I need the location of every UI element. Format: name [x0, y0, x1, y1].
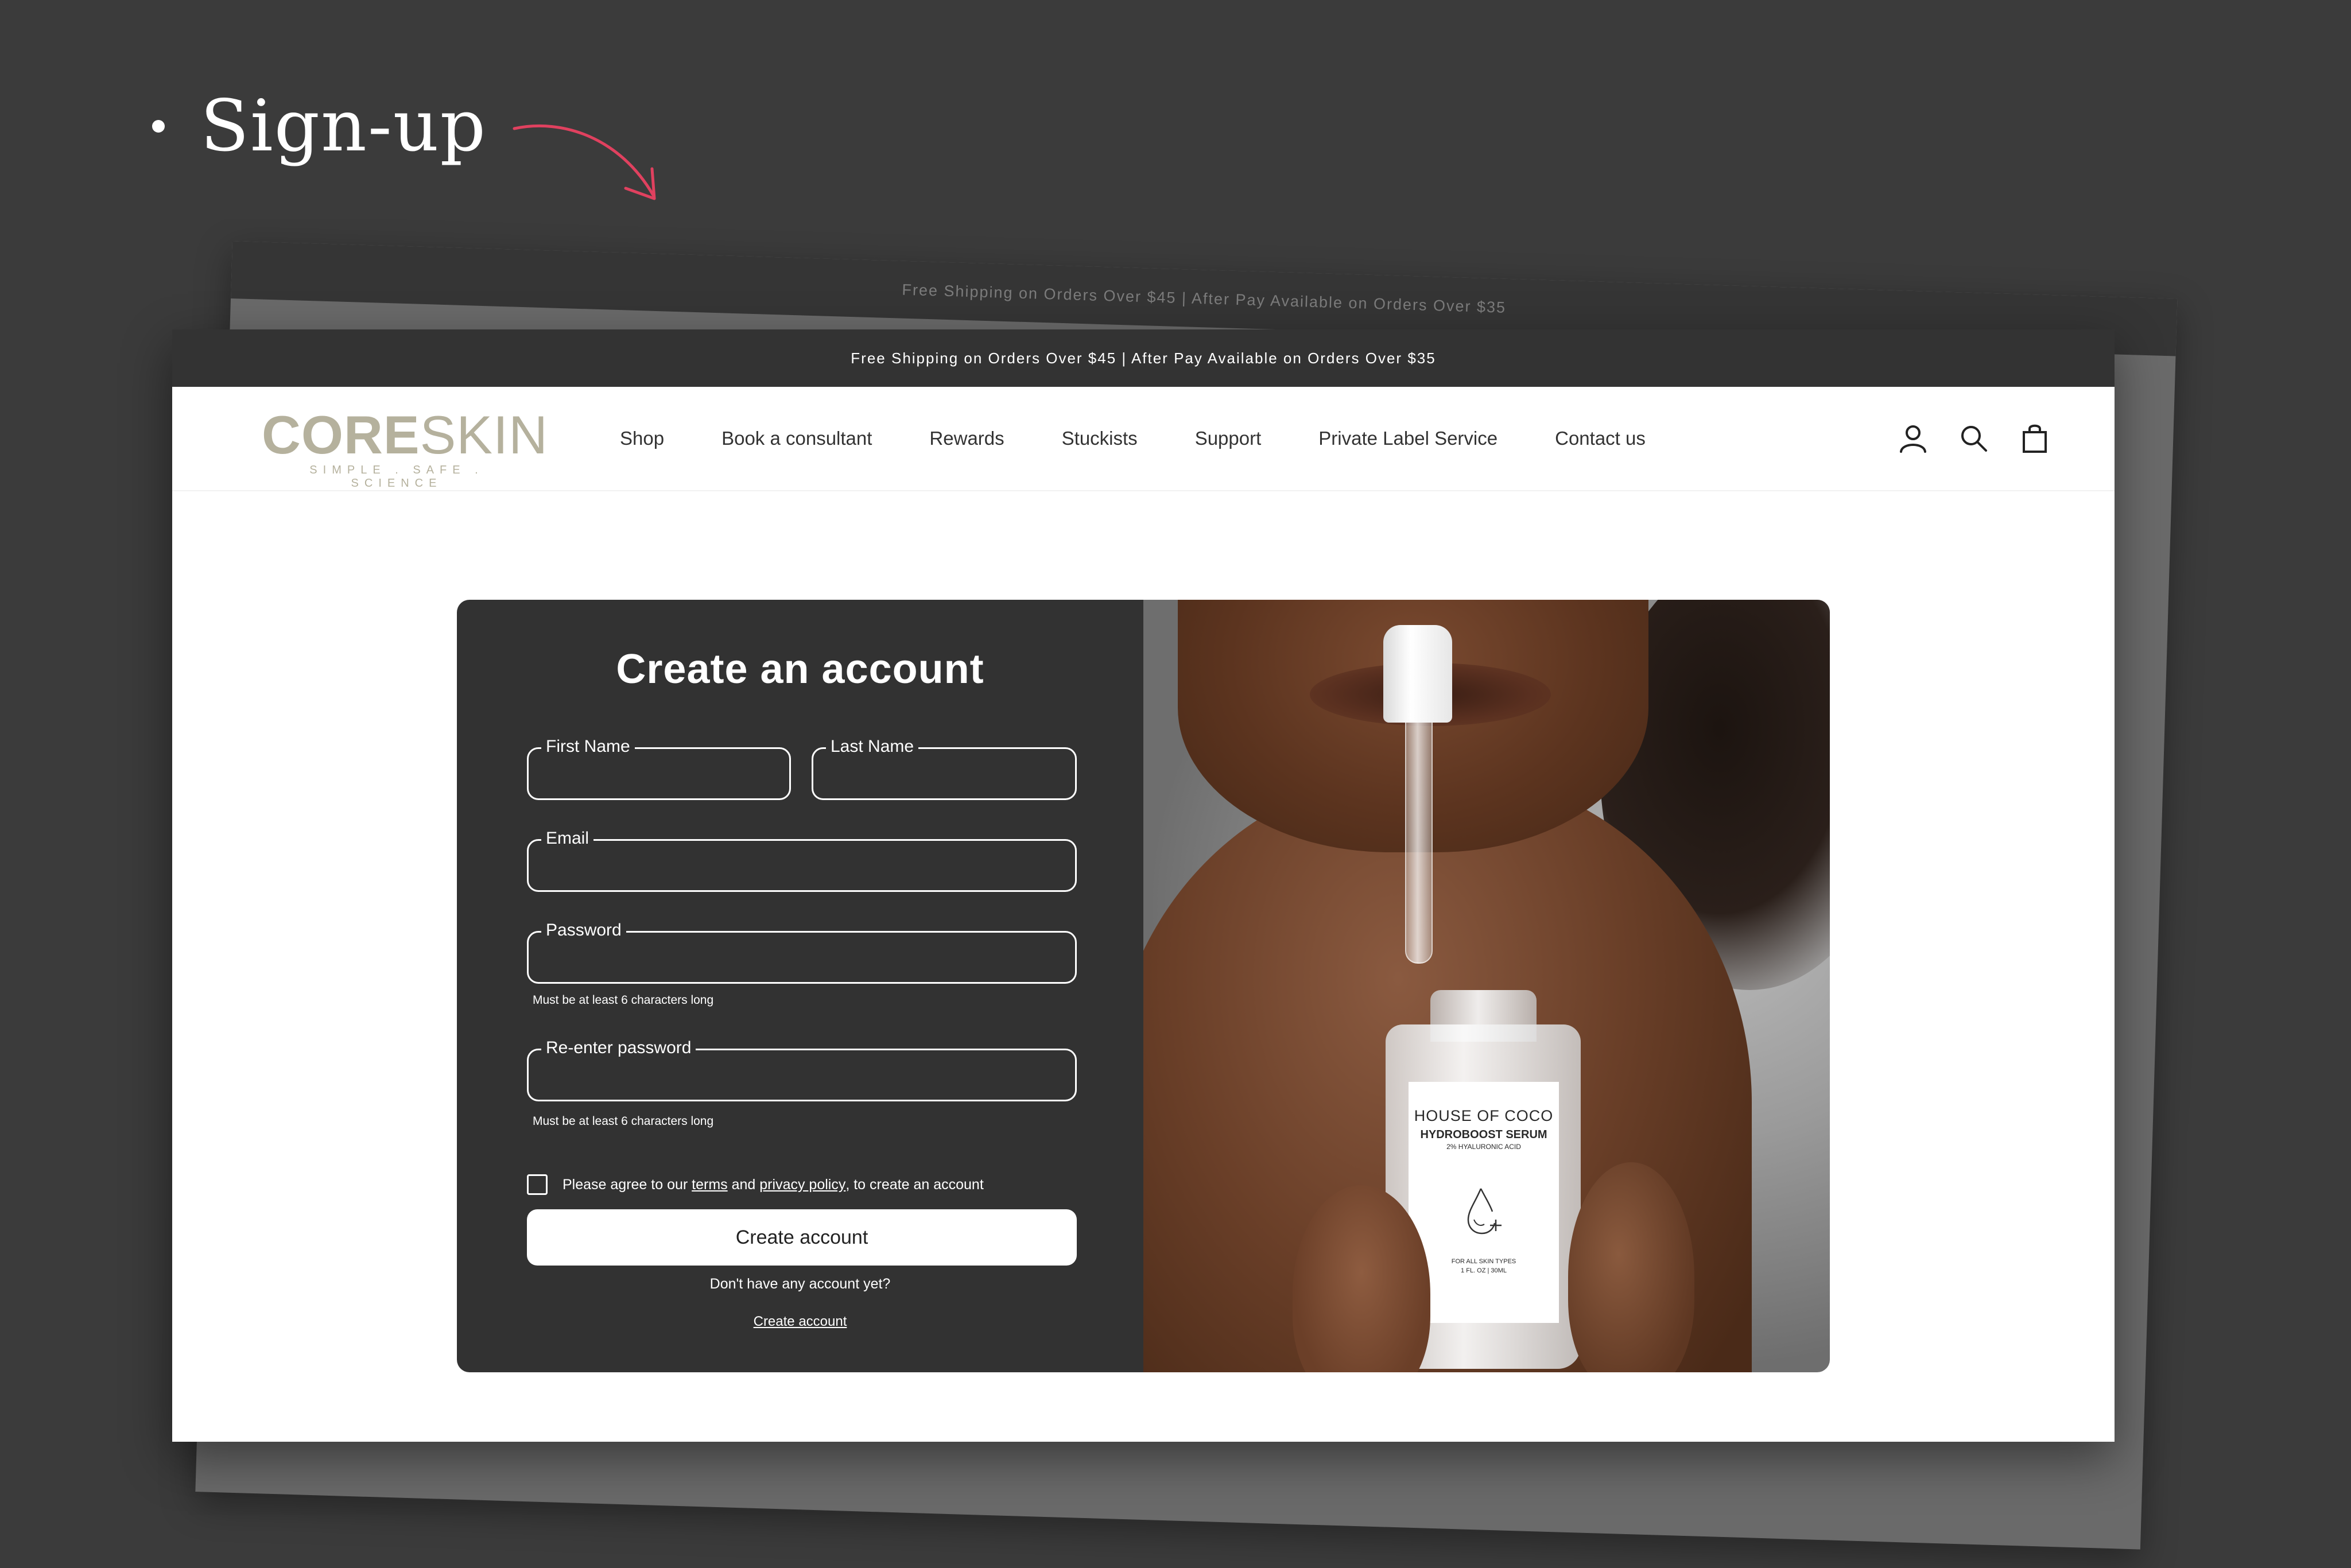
product-footer: FOR ALL SKIN TYPES 1 FL. OZ | 30ML — [1409, 1257, 1559, 1275]
email-field[interactable]: Email — [527, 828, 1077, 892]
reenter-password-hint: Must be at least 6 characters long — [533, 1115, 714, 1128]
no-account-text: Don't have any account yet? — [709, 1276, 891, 1292]
email-input[interactable] — [529, 841, 1075, 890]
create-account-button[interactable]: Create account — [527, 1209, 1077, 1266]
product-sub: 2% HYALURONIC ACID — [1446, 1143, 1521, 1151]
product-photo: HOUSE OF COCO HYDROBOOST SERUM 2% HYALUR… — [1143, 600, 1830, 1372]
agree-and: and — [731, 1176, 756, 1193]
create-account-link[interactable]: Create account — [457, 1314, 1143, 1330]
main-navigation: Shop Book a consultant Rewards Stuckists… — [620, 387, 1703, 490]
droplet-icon — [1467, 1188, 1502, 1235]
curved-arrow-icon — [513, 124, 656, 200]
logo-light-part: SKIN — [420, 405, 548, 465]
password-label: Password — [541, 920, 626, 941]
slide-title: Sign-up — [200, 85, 487, 168]
dropper-tube — [1405, 720, 1433, 964]
account-icon[interactable] — [1896, 422, 1930, 455]
search-icon[interactable] — [1957, 422, 1991, 455]
first-name-label: First Name — [541, 736, 635, 757]
bullet-dot — [152, 120, 165, 133]
first-name-field[interactable]: First Name — [527, 736, 791, 800]
bottle-label: HOUSE OF COCO HYDROBOOST SERUM 2% HYALUR… — [1409, 1082, 1559, 1323]
site-header: CORESKIN SIMPLE . SAFE . SCIENCE Shop Bo… — [172, 387, 2115, 491]
last-name-label: Last Name — [826, 736, 919, 757]
cart-bag-icon[interactable] — [2018, 422, 2051, 455]
slide-heading: Sign-up — [152, 85, 487, 168]
nav-rewards[interactable]: Rewards — [929, 428, 1004, 449]
coreskin-logo[interactable]: CORESKIN SIMPLE . SAFE . SCIENCE — [262, 405, 548, 490]
product-foot-line2: 1 FL. OZ | 30ML — [1461, 1267, 1507, 1274]
terms-link[interactable]: terms — [692, 1177, 728, 1193]
logo-wordmark: CORESKIN — [262, 405, 548, 465]
announcement-bar: Free Shipping on Orders Over $45 | After… — [172, 329, 2115, 387]
agree-suffix: , to create an account — [845, 1176, 984, 1193]
website-frame: Free Shipping on Orders Over $45 | After… — [172, 329, 2115, 1442]
password-field[interactable]: Password — [527, 920, 1077, 984]
terms-checkbox[interactable] — [527, 1174, 548, 1195]
last-name-field[interactable]: Last Name — [812, 736, 1077, 800]
reenter-password-field[interactable]: Re-enter password — [527, 1038, 1077, 1101]
nav-stuckists[interactable]: Stuckists — [1062, 428, 1138, 449]
product-brand: HOUSE OF COCO — [1414, 1107, 1554, 1124]
nav-private-label-service[interactable]: Private Label Service — [1318, 428, 1497, 449]
form-title: Create an account — [616, 646, 984, 692]
header-icons — [1869, 387, 2051, 490]
logo-bold-part: CORE — [262, 405, 420, 465]
logo-tagline: SIMPLE . SAFE . SCIENCE — [309, 464, 484, 490]
agree-prefix: Please agree to our — [562, 1176, 688, 1193]
nav-support[interactable]: Support — [1195, 428, 1262, 449]
signup-card: Create an account First Name Last Name E… — [457, 600, 1830, 1372]
password-hint: Must be at least 6 characters long — [533, 993, 714, 1007]
nav-contact-us[interactable]: Contact us — [1555, 428, 1646, 449]
email-label: Email — [541, 828, 594, 849]
signup-form: Create an account First Name Last Name E… — [457, 600, 1143, 1372]
product-foot-line1: FOR ALL SKIN TYPES — [1451, 1258, 1516, 1265]
reenter-password-label: Re-enter password — [541, 1038, 696, 1058]
dropper-cap — [1383, 625, 1452, 723]
nav-book-consultant[interactable]: Book a consultant — [721, 428, 872, 449]
privacy-policy-link[interactable]: privacy policy — [759, 1177, 845, 1193]
product-name: HYDROBOOST SERUM — [1420, 1128, 1547, 1141]
terms-agreement: Please agree to our terms and privacy po… — [527, 1174, 984, 1195]
nav-shop[interactable]: Shop — [620, 428, 664, 449]
